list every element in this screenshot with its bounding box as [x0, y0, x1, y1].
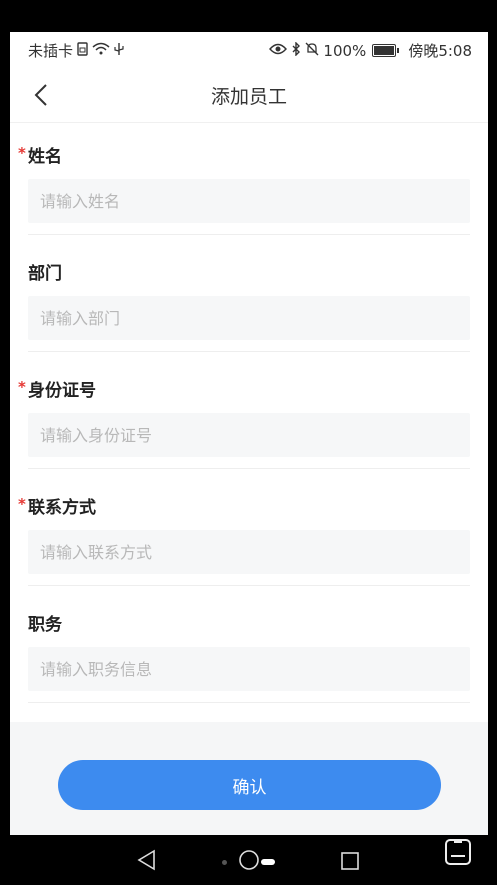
status-left: 未插卡	[28, 40, 124, 61]
footer-bar: 确认	[10, 722, 488, 835]
field-label: 姓名	[28, 147, 62, 167]
bluetooth-icon	[291, 40, 301, 60]
indicator-dot	[222, 860, 227, 865]
system-back-icon[interactable]	[136, 849, 158, 875]
battery-icon	[372, 44, 400, 57]
department-input[interactable]	[28, 296, 470, 340]
carrier-text: 未插卡	[28, 42, 74, 60]
id-number-input[interactable]	[28, 413, 470, 457]
field-label: 联系方式	[28, 498, 96, 518]
nav-bar: 添加员工	[10, 68, 488, 123]
employee-form: * 姓名 部门 * 身份证号 * 联系方式 职务	[10, 122, 488, 707]
app-screen: 未插卡 100% 傍晚5:08 添加员工 * 姓名 请输入姓名 部门 请输入部门…	[10, 32, 488, 835]
mute-icon	[305, 42, 319, 60]
battery-percent: 100%	[323, 41, 367, 60]
sim-card-icon	[77, 41, 88, 60]
field-position: 职务	[10, 590, 488, 707]
field-id-number: * 身份证号	[10, 356, 488, 473]
indicator-pill	[261, 859, 275, 865]
field-label: 职务	[28, 615, 62, 635]
field-label: 身份证号	[28, 381, 96, 401]
system-nav-bar	[0, 835, 497, 885]
required-mark: *	[18, 378, 26, 396]
eye-icon	[269, 43, 288, 59]
field-name: * 姓名	[10, 122, 488, 239]
contact-input[interactable]	[28, 530, 470, 574]
position-input[interactable]	[28, 647, 470, 691]
status-right: 100% 傍晚5:08	[269, 40, 472, 61]
floating-window-icon[interactable]	[444, 838, 472, 870]
field-contact: * 联系方式	[10, 473, 488, 590]
usb-icon	[114, 42, 124, 60]
system-home-icon[interactable]	[238, 849, 260, 875]
divider	[28, 468, 470, 469]
required-mark: *	[18, 495, 26, 513]
field-label: 部门	[28, 264, 62, 284]
divider	[28, 351, 470, 352]
status-bar: 未插卡 100% 傍晚5:08	[10, 32, 488, 68]
wifi-icon	[92, 42, 110, 59]
confirm-button[interactable]: 确认	[58, 760, 441, 810]
field-department: 部门	[10, 239, 488, 356]
divider	[28, 585, 470, 586]
clock-time: 傍晚5:08	[408, 42, 472, 60]
divider	[28, 234, 470, 235]
required-mark: *	[18, 144, 26, 162]
divider	[28, 702, 470, 703]
system-recent-icon[interactable]	[340, 851, 360, 875]
name-input[interactable]	[28, 179, 470, 223]
page-title: 添加员工	[210, 86, 287, 108]
